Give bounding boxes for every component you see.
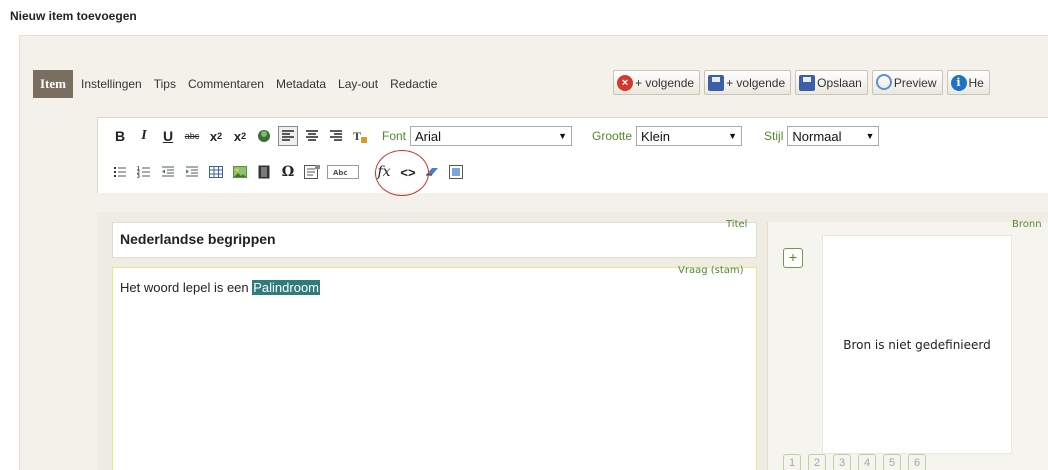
question-text: Het woord lepel is een Palindroom bbox=[120, 280, 321, 295]
save-button[interactable]: Opslaan bbox=[795, 70, 868, 95]
magnifier-icon bbox=[875, 73, 892, 90]
cancel-next-label: + volgende bbox=[635, 75, 695, 90]
tab-tips[interactable]: Tips bbox=[148, 70, 182, 98]
page-title: Nieuw item toevoegen bbox=[10, 9, 137, 23]
subscript-button[interactable]: x2 bbox=[206, 126, 226, 146]
save-icon bbox=[708, 74, 725, 91]
source-pager: 1 2 3 4 5 6 bbox=[783, 454, 926, 470]
source-card: Bron is niet gedefinieerd bbox=[822, 235, 1012, 454]
outdent-icon[interactable] bbox=[158, 162, 178, 182]
preview-button[interactable]: Preview bbox=[871, 70, 943, 95]
clear-format-icon[interactable]: T bbox=[350, 126, 370, 146]
tab-commentaren[interactable]: Commentaren bbox=[182, 70, 270, 98]
title-value: Nederlandse begrippen bbox=[120, 231, 276, 247]
font-label: Font bbox=[382, 129, 407, 143]
svg-text:Abc: Abc bbox=[333, 169, 348, 177]
style-label: Stijl bbox=[764, 129, 784, 143]
save-label: Opslaan bbox=[817, 75, 862, 90]
source-page-6[interactable]: 6 bbox=[908, 454, 926, 470]
svg-text:3: 3 bbox=[137, 174, 140, 179]
editor-toolbar: B I U abc x2 x2 T Font Arial ▼ Grootte K… bbox=[97, 117, 1048, 193]
sources-tag: Bronn bbox=[1012, 219, 1042, 230]
image-icon[interactable] bbox=[230, 162, 250, 182]
video-icon[interactable] bbox=[254, 162, 274, 182]
bold-button[interactable]: B bbox=[110, 126, 130, 146]
save-next-label: + volgende bbox=[726, 75, 786, 90]
source-page-4[interactable]: 4 bbox=[858, 454, 876, 470]
highlight-circle bbox=[375, 150, 429, 196]
tab-layout[interactable]: Lay-out bbox=[332, 70, 384, 98]
indent-icon[interactable] bbox=[182, 162, 202, 182]
toolbar-row-1: B I U abc x2 x2 T Font Arial ▼ Grootte K… bbox=[98, 126, 880, 146]
align-right-button[interactable] bbox=[326, 126, 346, 146]
help-icon: i bbox=[950, 74, 967, 91]
text-field-icon[interactable] bbox=[302, 162, 322, 182]
source-page-3[interactable]: 3 bbox=[833, 454, 851, 470]
style-select[interactable]: Normaal ▼ bbox=[787, 126, 880, 146]
source-page-2[interactable]: 2 bbox=[808, 454, 826, 470]
tab-item[interactable]: Item bbox=[33, 70, 73, 98]
add-source-button[interactable]: + bbox=[783, 248, 803, 268]
align-center-button[interactable] bbox=[302, 126, 322, 146]
superscript-button[interactable]: x2 bbox=[230, 126, 250, 146]
style-value: Normaal bbox=[792, 128, 842, 144]
question-tag: Vraag (stam) bbox=[678, 265, 744, 276]
fullscreen-icon[interactable] bbox=[446, 162, 466, 182]
selected-word: Palindroom bbox=[252, 280, 321, 295]
preview-label: Preview bbox=[893, 75, 937, 90]
save-icon bbox=[799, 74, 816, 91]
font-select[interactable]: Arial ▼ bbox=[410, 126, 573, 146]
help-label: He bbox=[968, 75, 984, 90]
abc-field-icon[interactable]: Abc bbox=[326, 162, 360, 182]
title-tag: Titel bbox=[726, 219, 748, 230]
source-empty-text: Bron is niet gedefinieerd bbox=[843, 337, 991, 352]
numbered-list-icon[interactable]: 123 bbox=[134, 162, 154, 182]
size-label: Grootte bbox=[592, 129, 633, 143]
chevron-down-icon: ▼ bbox=[865, 131, 875, 141]
help-button[interactable]: i He bbox=[946, 70, 990, 95]
chevron-down-icon: ▼ bbox=[558, 131, 568, 141]
tab-metadata[interactable]: Metadata bbox=[270, 70, 332, 98]
italic-button[interactable]: I bbox=[134, 126, 154, 146]
save-next-button[interactable]: + volgende bbox=[704, 70, 792, 95]
underline-button[interactable]: U bbox=[158, 126, 178, 146]
align-left-button[interactable] bbox=[278, 126, 298, 146]
tab-instellingen[interactable]: Instellingen bbox=[75, 70, 148, 98]
strikethrough-button[interactable]: abc bbox=[182, 126, 202, 146]
question-field[interactable]: Het woord lepel is een Palindroom bbox=[112, 267, 757, 470]
source-page-5[interactable]: 5 bbox=[883, 454, 901, 470]
action-bar: × + volgende + volgende Opslaan Preview … bbox=[613, 70, 990, 95]
tab-redactie[interactable]: Redactie bbox=[384, 70, 443, 98]
question-text-before: Het woord lepel is een bbox=[120, 280, 253, 295]
size-value: Klein bbox=[641, 128, 670, 144]
spellcheck-icon[interactable] bbox=[254, 126, 274, 146]
bullet-list-icon[interactable] bbox=[110, 162, 130, 182]
tab-bar: Item Instellingen Tips Commentaren Metad… bbox=[33, 70, 443, 98]
table-icon[interactable] bbox=[206, 162, 226, 182]
svg-text:T: T bbox=[353, 129, 361, 143]
cancel-next-button[interactable]: × + volgende bbox=[613, 70, 701, 95]
size-select[interactable]: Klein ▼ bbox=[636, 126, 743, 146]
title-field[interactable]: Nederlandse begrippen bbox=[112, 222, 757, 258]
font-value: Arial bbox=[415, 128, 442, 144]
cancel-icon: × bbox=[617, 74, 633, 91]
omega-icon[interactable]: Ω bbox=[278, 162, 298, 182]
source-page-1[interactable]: 1 bbox=[783, 454, 801, 470]
chevron-down-icon: ▼ bbox=[728, 131, 738, 141]
